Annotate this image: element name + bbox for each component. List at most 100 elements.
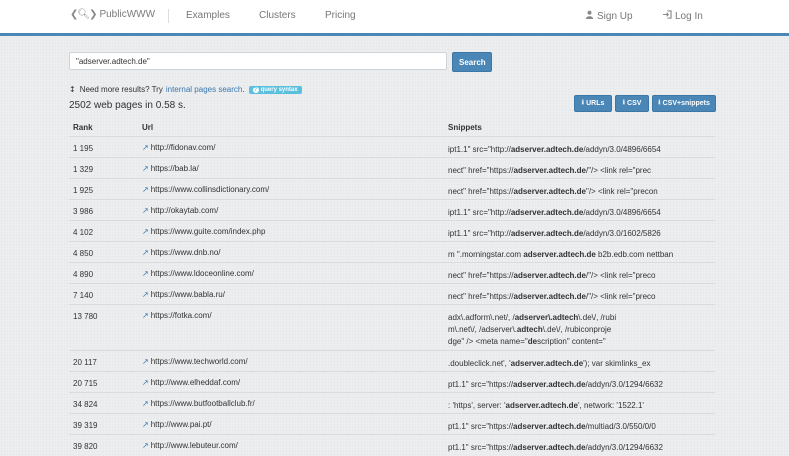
row-snippet: ipt1.1" src="http://adserver.adtech.de/a… bbox=[448, 207, 688, 219]
row-url-link[interactable]: ↗ https://www.babla.ru/ bbox=[142, 290, 225, 299]
external-link-icon: ↗ bbox=[142, 269, 149, 278]
export-csv-label: CSV bbox=[627, 100, 642, 107]
nav-arrows-icon: ❮🔍︎❯ bbox=[70, 9, 97, 20]
snippet-text: nect" href="https:// bbox=[448, 187, 514, 196]
row-snippet: nect" href="https://adserver.adtech.de"/… bbox=[448, 186, 688, 198]
row-url-link[interactable]: ↗ https://www.butfootballclub.fr/ bbox=[142, 399, 255, 408]
row-url-text: http://fidonav.com/ bbox=[150, 143, 216, 152]
row-url-link[interactable]: ↗ http://fidonav.com/ bbox=[142, 143, 215, 152]
signup-label: Sign Up bbox=[597, 10, 633, 22]
signup-link[interactable]: Sign Up bbox=[585, 10, 633, 22]
snippet-match: adserver\.adtech bbox=[514, 313, 579, 322]
snippet-line: nect" href="https://adserver.adtech.de/"… bbox=[448, 165, 688, 177]
download-icon: ⭳ bbox=[658, 98, 661, 106]
more-results-prefix: Need more results? Try bbox=[79, 85, 163, 94]
more-results: ↕ Need more results? Try internal pages … bbox=[69, 85, 302, 94]
snippet-match: adserver.adtech.de bbox=[513, 187, 586, 196]
snippet-text: \.de\/, /rubiconproje bbox=[542, 325, 612, 334]
snippet-match: adserver.adtech.de bbox=[505, 401, 578, 410]
row-rank: 13 780 bbox=[73, 312, 98, 321]
export-csv-button[interactable]: ⭳ CSV bbox=[615, 95, 649, 112]
snippet-text: m ".morningstar.com bbox=[448, 250, 524, 259]
snippet-text: ipt1.1" src="http:// bbox=[448, 145, 511, 154]
snippet-line: pt1.1" src="https://adserver.adtech.de/a… bbox=[448, 379, 688, 391]
brand[interactable]: ❮🔍︎❯ PublicWWW bbox=[70, 9, 155, 20]
row-snippet: nect" href="https://adserver.adtech.de/"… bbox=[448, 270, 688, 282]
nav-examples[interactable]: Examples bbox=[186, 10, 230, 21]
query-syntax-label: query syntax bbox=[260, 86, 298, 93]
external-link-icon: ↗ bbox=[142, 357, 149, 366]
snippet-text: /addyn/3.0/4896/6654 bbox=[583, 145, 661, 154]
snippet-text: pt1.1" src="https:// bbox=[448, 380, 514, 389]
brand-name: PublicWWW bbox=[99, 9, 156, 20]
snippet-text: '); var skimlinks_ex bbox=[583, 359, 651, 368]
table-row: 4 890 ↗ https://www.ldoceonline.com/nect" … bbox=[69, 262, 715, 283]
query-syntax-badge[interactable]: ? query syntax bbox=[248, 85, 302, 94]
external-link-icon: ↗ bbox=[142, 399, 149, 408]
row-url-link[interactable]: ↗ https://www.dnb.no/ bbox=[142, 248, 221, 257]
header-rank: Rank bbox=[73, 123, 93, 132]
row-snippet: pt1.1" src="https://adserver.adtech.de/a… bbox=[448, 442, 688, 454]
row-url-text: https://www.ldoceonline.com/ bbox=[150, 269, 254, 278]
external-link-icon: ↗ bbox=[142, 441, 149, 450]
snippet-match: adserver.adtech.de bbox=[523, 250, 596, 259]
row-url-link[interactable]: ↗ https://www.guite.com/index.php bbox=[142, 227, 265, 236]
row-url-link[interactable]: ↗ http://www.lebuteur.com/ bbox=[142, 441, 238, 450]
row-rank: 1 925 bbox=[73, 186, 94, 195]
snippet-text: /addyn/3.0/1602/5826 bbox=[583, 229, 661, 238]
snippet-line: .doubleclick.net', 'adserver.adtech.de')… bbox=[448, 358, 688, 370]
row-url-link[interactable]: ↗ https://fotka.com/ bbox=[142, 311, 212, 320]
export-urls-label: URLs bbox=[586, 100, 605, 107]
snippet-match: adserver.adtech.de bbox=[513, 380, 586, 389]
login-link[interactable]: Log In bbox=[662, 10, 703, 22]
sign-in-icon bbox=[662, 10, 672, 22]
row-url-link[interactable]: ↗ https://bab.la/ bbox=[142, 164, 199, 173]
row-rank: 39 319 bbox=[73, 421, 98, 430]
row-snippet: ipt1.1" src="http://adserver.adtech.de/a… bbox=[448, 144, 688, 156]
external-link-icon: ↗ bbox=[142, 164, 149, 173]
row-rank: 39 820 bbox=[73, 442, 98, 451]
search-button[interactable]: Search bbox=[452, 52, 492, 72]
snippet-line: nect" href="https://adserver.adtech.de/"… bbox=[448, 270, 688, 282]
nav-pricing[interactable]: Pricing bbox=[325, 10, 356, 21]
user-icon bbox=[585, 10, 594, 22]
internal-pages-search-link[interactable]: internal pages search bbox=[166, 85, 243, 94]
row-url-text: https://www.collinsdictionary.com/ bbox=[150, 185, 270, 194]
snippet-text: ipt1.1" src="http:// bbox=[448, 208, 511, 217]
row-rank: 20 715 bbox=[73, 379, 98, 388]
row-rank: 3 986 bbox=[73, 207, 94, 216]
snippet-text: ', network: '1522.1' bbox=[577, 401, 644, 410]
row-url-link[interactable]: ↗ https://www.techworld.com/ bbox=[142, 357, 248, 366]
snippet-text: dge" /> <meta name=" bbox=[448, 337, 528, 346]
row-rank: 4 102 bbox=[73, 228, 94, 237]
export-urls-button[interactable]: ⭳ URLs bbox=[574, 95, 612, 112]
row-url-link[interactable]: ↗ http://okaytab.com/ bbox=[142, 206, 218, 215]
table-row: 1 925 ↗ https://www.collinsdictionary.com/… bbox=[69, 178, 715, 199]
row-rank: 4 850 bbox=[73, 249, 94, 258]
row-url-link[interactable]: ↗ https://www.ldoceonline.com/ bbox=[142, 269, 254, 278]
results-table: 1 195 ↗ http://fidonav.com/ipt1.1" src="ht… bbox=[69, 136, 715, 455]
external-link-icon: ↗ bbox=[142, 185, 149, 194]
more-results-suffix: . bbox=[242, 85, 245, 94]
table-row: 39 319 ↗ http://www.pai.pt/pt1.1" src="htt… bbox=[69, 413, 715, 434]
row-url-text: https://www.butfootballclub.fr/ bbox=[150, 399, 255, 408]
row-rank: 34 824 bbox=[73, 400, 98, 409]
snippet-line: ipt1.1" src="http://adserver.adtech.de/a… bbox=[448, 207, 688, 219]
row-url-link[interactable]: ↗ http://www.elheddaf.com/ bbox=[142, 378, 240, 387]
snippet-text: /multiad/3.0/550/0/0 bbox=[585, 422, 656, 431]
row-url-link[interactable]: ↗ http://www.pai.pt/ bbox=[142, 420, 212, 429]
snippet-match: adserver.adtech.de bbox=[510, 229, 584, 238]
row-url-link[interactable]: ↗ https://www.collinsdictionary.com/ bbox=[142, 185, 269, 194]
search-input[interactable] bbox=[69, 52, 447, 70]
row-url-text: http://www.elheddaf.com/ bbox=[150, 378, 241, 387]
row-snippet: .doubleclick.net', 'adserver.adtech.de')… bbox=[448, 358, 688, 370]
snippet-text: /"/> <link rel="preco bbox=[585, 292, 656, 301]
export-csv-snippets-label: CSV+snippets bbox=[662, 100, 710, 107]
snippet-line: pt1.1" src="https://adserver.adtech.de/m… bbox=[448, 421, 688, 433]
external-link-icon: ↗ bbox=[142, 248, 149, 257]
nav-divider bbox=[168, 9, 169, 23]
nav-clusters[interactable]: Clusters bbox=[259, 10, 296, 21]
export-csv-snippets-button[interactable]: ⭳ CSV+snippets bbox=[652, 95, 716, 112]
row-snippet: adx\.adform\.net/, /adserver\.adtech\.de… bbox=[448, 312, 688, 348]
snippet-match: adserver.adtech.de bbox=[510, 208, 584, 217]
